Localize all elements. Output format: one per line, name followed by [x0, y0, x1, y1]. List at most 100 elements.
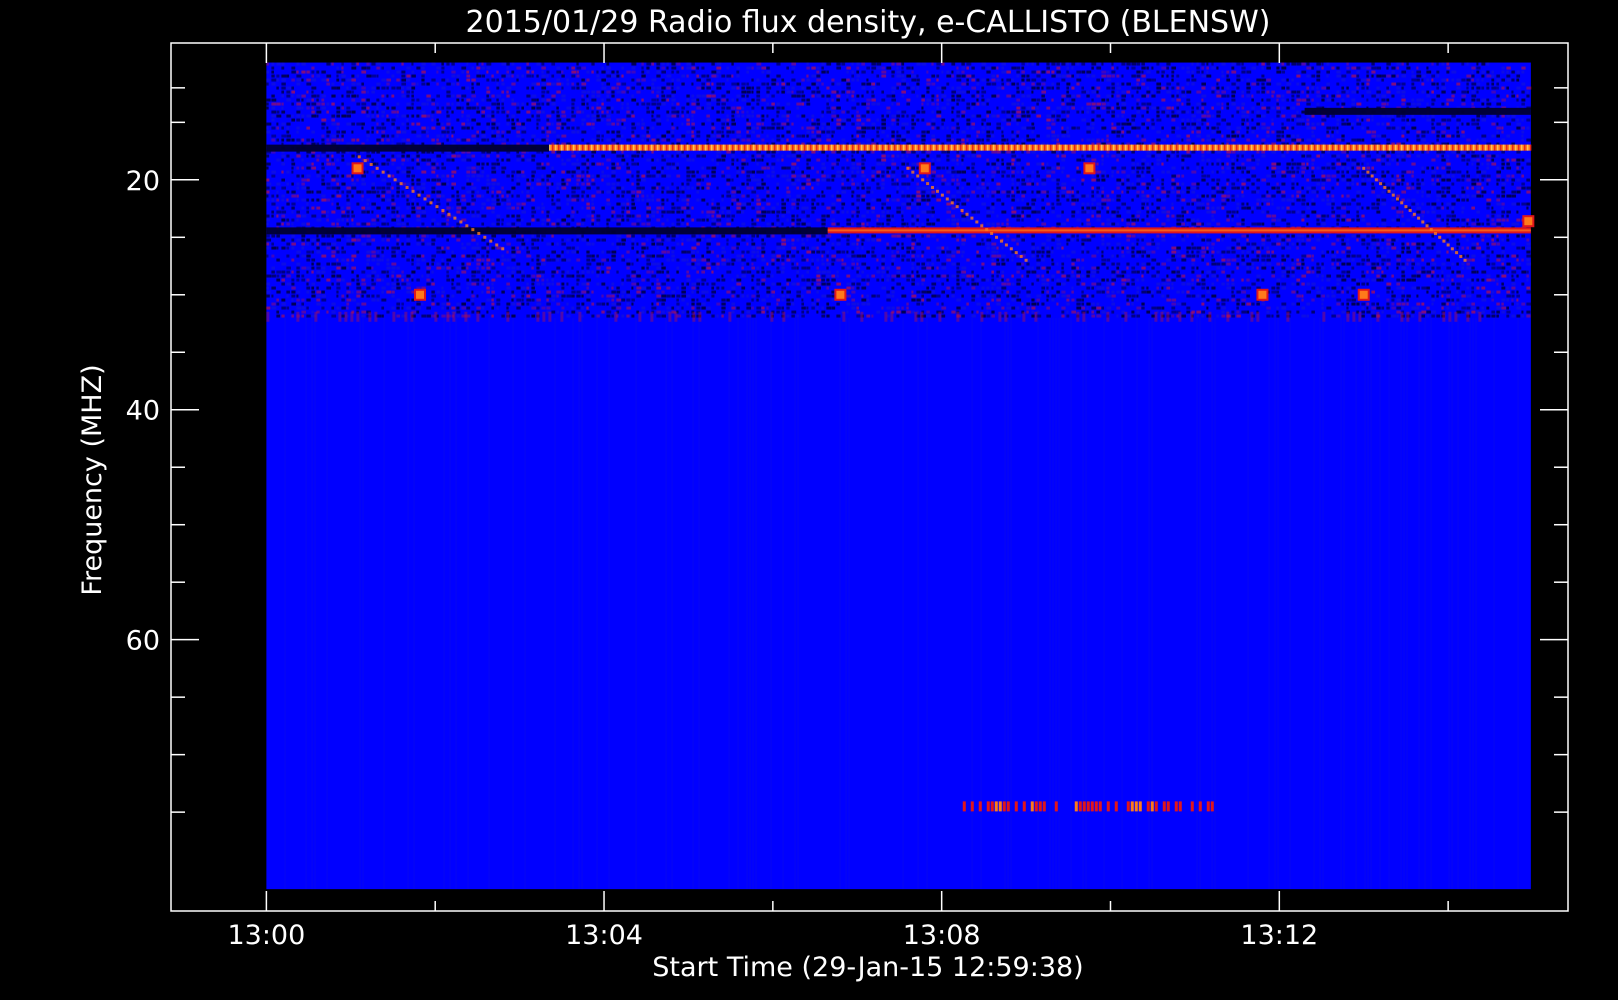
- heatmap-noise-cell: [981, 178, 985, 182]
- heatmap-noise-cell: [1041, 150, 1046, 154]
- heatmap-noise-cell: [906, 102, 911, 106]
- heatmap-noise-cell: [426, 126, 430, 130]
- heatmap-noise-cell: [311, 74, 315, 78]
- heatmap-noise-cell: [596, 190, 602, 194]
- heatmap-noise-cell: [376, 82, 381, 86]
- heatmap-noise-cell: [391, 138, 394, 142]
- heatmap-noise-cell: [316, 158, 320, 162]
- heatmap-noise-cell: [1136, 162, 1140, 166]
- heatmap-noise-cell: [971, 150, 976, 154]
- heatmap-noise-cell: [806, 126, 812, 130]
- heatmap-noise-cell: [646, 70, 650, 74]
- heatmap-noise-cell: [691, 138, 694, 142]
- heatmap-noise-cell: [651, 174, 656, 178]
- heatmap-noise-cell: [1416, 190, 1419, 194]
- heatmap-noise-cell: [1261, 66, 1264, 70]
- heatmap-noise-cell: [621, 66, 624, 70]
- heatmap-noise-cell: [536, 62, 541, 66]
- heatmap-noise-cell: [281, 126, 284, 130]
- heatmap-noise-cell: [381, 122, 385, 126]
- heatmap-noise-cell: [271, 174, 276, 178]
- heatmap-noise-cell: [1136, 78, 1140, 82]
- heatmap-noise-cell: [876, 130, 879, 134]
- heatmap-noise-cell: [636, 170, 640, 174]
- heatmap-noise-cell: [811, 186, 814, 190]
- heatmap-noise-cell: [556, 150, 561, 154]
- heatmap-noise-cell: [1181, 66, 1185, 70]
- heatmap-noise-cell: [1226, 122, 1231, 126]
- heatmap-noise-cell: [676, 198, 679, 202]
- heatmap-noise-cell: [1476, 170, 1482, 174]
- heatmap-noise-cell: [1251, 82, 1256, 86]
- heatmap-noise-cell: [1001, 158, 1004, 162]
- heatmap-noise-cell: [446, 118, 451, 122]
- heatmap-noise-cell: [1266, 82, 1272, 86]
- heatmap-noise-cell: [1141, 82, 1146, 86]
- heatmap-noise-cell: [976, 194, 980, 198]
- heatmap-noise-cell: [1046, 190, 1049, 194]
- heatmap-noise-cell: [416, 134, 422, 138]
- heatmap-noise-cell: [1436, 178, 1439, 182]
- heatmap-noise-cell: [816, 78, 822, 82]
- heatmap-noise-cell: [611, 74, 616, 78]
- heatmap-noise-cell: [1526, 162, 1531, 166]
- heatmap-noise-cell: [766, 194, 770, 198]
- heatmap-noise-cell: [586, 182, 591, 186]
- heatmap-noise-cell: [1191, 122, 1197, 126]
- heatmap-noise-cell: [471, 194, 474, 198]
- heatmap-noise-cell: [1201, 118, 1207, 122]
- heatmap-noise-cell: [366, 170, 369, 174]
- heatmap-noise-cell: [766, 126, 772, 130]
- heatmap-noise-cell: [946, 126, 949, 130]
- heatmap-noise-cell: [361, 110, 366, 114]
- heatmap-noise-cell: [836, 162, 839, 166]
- heatmap-noise-cell: [906, 86, 911, 90]
- heatmap-noise-cell: [941, 106, 947, 110]
- heatmap-noise-cell: [636, 78, 641, 82]
- heatmap-noise-cell: [1106, 194, 1110, 198]
- heatmap-noise-cell: [271, 170, 277, 174]
- heatmap-noise-cell: [636, 190, 642, 194]
- heatmap-noise-cell: [621, 98, 624, 102]
- heatmap-noise-cell: [646, 170, 651, 174]
- heatmap-noise-cell: [901, 138, 906, 142]
- heatmap-noise-cell: [961, 150, 964, 154]
- heatmap-noise-cell: [331, 198, 334, 202]
- heatmap-noise-cell: [726, 122, 729, 126]
- heatmap-noise-cell: [691, 110, 696, 114]
- heatmap-noise-cell: [1066, 190, 1071, 194]
- heatmap-noise-cell: [521, 106, 524, 110]
- heatmap-noise-cell: [641, 126, 644, 130]
- heatmap-noise-cell: [1061, 94, 1066, 98]
- heatmap-noise-cell: [381, 86, 386, 90]
- heatmap-noise-cell: [1416, 186, 1421, 190]
- heatmap-noise-cell: [1341, 118, 1345, 122]
- heatmap-noise-cell: [1281, 154, 1286, 158]
- heatmap-noise-cell: [406, 94, 410, 98]
- heatmap-noise-cell: [321, 70, 326, 74]
- heatmap-noise-cell: [686, 182, 690, 186]
- heatmap-noise-cell: [491, 130, 494, 134]
- heatmap-noise-cell: [1516, 190, 1521, 194]
- heatmap-noise-cell: [1376, 154, 1382, 158]
- heatmap-noise-cell: [731, 162, 734, 166]
- heatmap-noise-cell: [1111, 170, 1114, 174]
- heatmap-noise-cell: [1001, 174, 1005, 178]
- heatmap-noise-cell: [486, 78, 490, 82]
- heatmap-noise-cell: [1476, 66, 1481, 70]
- heatmap-noise-cell: [1171, 114, 1177, 118]
- heatmap-noise-cell: [1161, 66, 1167, 70]
- heatmap-noise-cell: [1066, 70, 1070, 74]
- heatmap-noise-cell: [701, 66, 705, 70]
- heatmap-noise-cell: [1426, 118, 1432, 122]
- heatmap-noise-cell: [1116, 122, 1121, 126]
- heatmap-noise-cell: [801, 90, 804, 94]
- heatmap-noise-cell: [1501, 158, 1505, 162]
- heatmap-texture: [1121, 317, 1123, 890]
- heatmap-noise-cell: [1436, 166, 1439, 170]
- heatmap-noise-cell: [1161, 106, 1166, 110]
- heatmap-noise-cell: [1481, 154, 1485, 158]
- heatmap-noise-cell: [471, 66, 475, 70]
- heatmap-noise-cell: [391, 194, 395, 198]
- heatmap-noise-cell: [1206, 194, 1209, 198]
